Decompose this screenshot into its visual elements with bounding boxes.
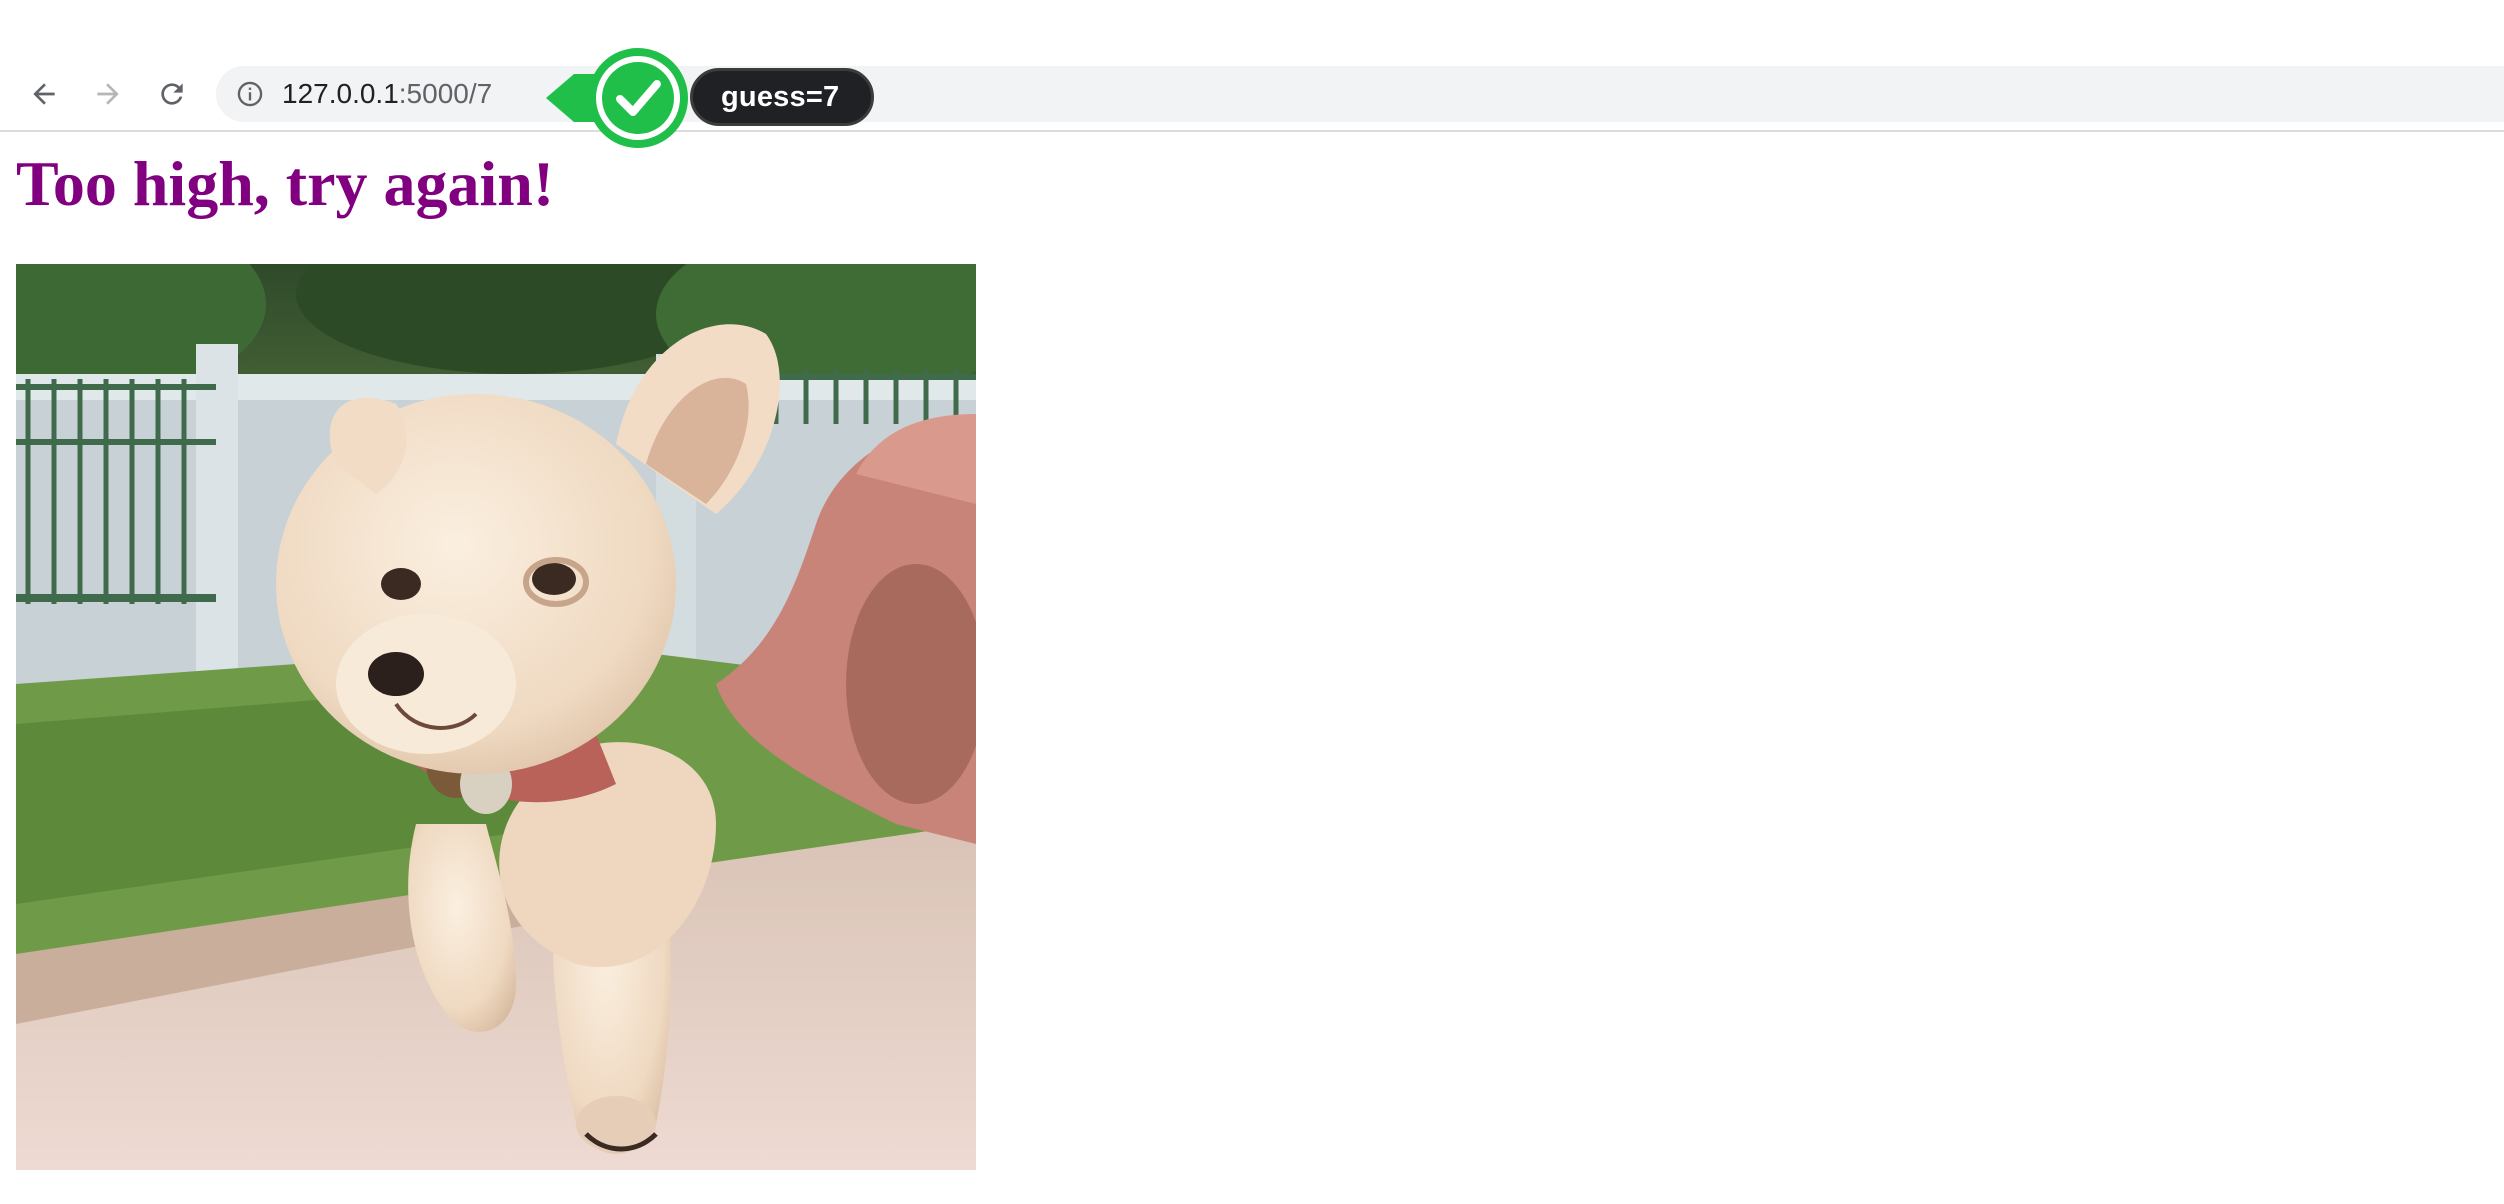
arrow-left-icon bbox=[33, 83, 55, 105]
page-heading: Too high, try again! bbox=[16, 148, 555, 219]
info-circle-icon[interactable] bbox=[236, 80, 264, 108]
guess-label-pill: guess=7 bbox=[690, 68, 875, 126]
back-button[interactable] bbox=[24, 74, 64, 114]
checkmark-icon bbox=[546, 48, 688, 148]
arrow-right-icon bbox=[97, 83, 119, 105]
reload-icon bbox=[161, 83, 183, 105]
url-path: :5000/7 bbox=[398, 78, 493, 109]
url-text[interactable]: 127.0.0.1:5000/7 bbox=[282, 79, 492, 109]
guess-label: guess=7 bbox=[721, 80, 840, 113]
check-badge bbox=[540, 44, 700, 156]
url-host: 127.0.0.1 bbox=[282, 78, 399, 109]
puppy-image bbox=[16, 264, 976, 1170]
reload-button[interactable] bbox=[152, 74, 192, 114]
forward-button[interactable] bbox=[88, 74, 128, 114]
browser-toolbar: 127.0.0.1:5000/7 bbox=[0, 0, 2504, 132]
